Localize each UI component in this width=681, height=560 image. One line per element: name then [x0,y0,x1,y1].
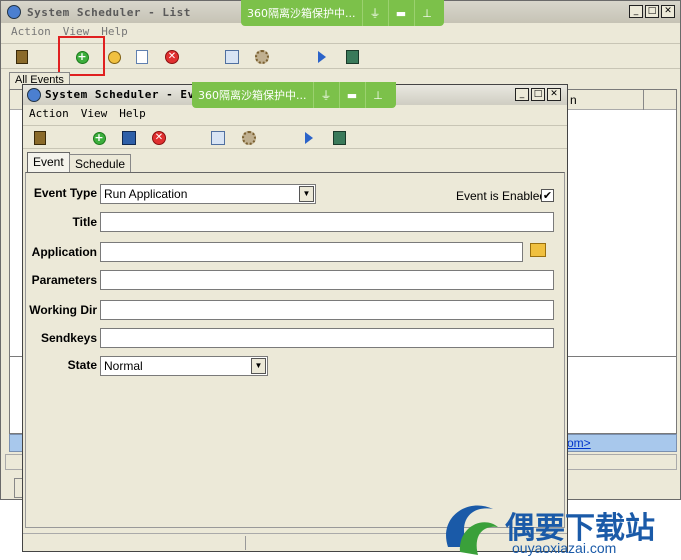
event-app-icon [27,88,41,102]
event-menu-action[interactable]: Action [29,107,69,123]
exit-icon[interactable] [13,48,31,66]
event-type-label: Event Type [33,186,97,200]
menu-action[interactable]: Action [11,25,51,41]
sandbox-folder-icon[interactable]: ▬ [387,0,414,26]
properties-icon[interactable] [223,48,241,66]
event-delete-icon[interactable]: ✕ [150,129,168,147]
tab-schedule-label: Schedule [75,157,126,171]
event-menu-bar: Action View Help [29,107,146,123]
application-label: Application [31,245,97,259]
tab-event[interactable]: Event [27,152,70,173]
save-icon[interactable] [120,129,138,147]
event-run-icon[interactable] [300,129,318,147]
state-value: Normal [104,359,143,373]
sandbox-front-text: 360隔离沙箱保护中... [198,89,307,102]
sandbox-banner-front: 360隔离沙箱保护中... ⏚ ▬ ⊥ [192,82,396,108]
delete-icon[interactable]: ✕ [163,48,181,66]
back-window-title: System Scheduler - List [27,6,191,19]
settings-icon[interactable] [253,48,271,66]
event-toolbar: + ✕ [23,125,567,149]
state-label: State [67,358,97,372]
working-dir-input[interactable] [100,300,554,320]
event-add-icon[interactable]: + [90,129,108,147]
application-input[interactable] [100,242,523,262]
watermark-swirl-icon [446,505,498,555]
event-type-value: Run Application [104,187,188,201]
sandbox-pin-icon[interactable]: ⊥ [413,0,440,26]
highlight-box [58,36,105,76]
event-enabled-checkbox[interactable]: ✔ [541,189,554,202]
minimize-button[interactable]: _ [629,5,643,18]
event-window: System Scheduler - Eve _ □ ✕ Action View… [22,84,568,552]
title-input[interactable] [100,212,554,232]
sandbox-banner-top: 360隔离沙箱保护中... ⏚ ▬ ⊥ [241,0,444,26]
state-select[interactable]: Normal ▼ [100,356,268,376]
chevron-down-icon[interactable]: ▼ [299,186,314,202]
parameters-label: Parameters [31,273,97,287]
sandbox-front-pin-icon[interactable]: ⊥ [364,82,391,108]
tab-event-label: Event [33,155,64,169]
sandbox-plug-icon[interactable]: ⏚ [361,0,388,26]
working-dir-label: Working Dir [29,303,97,317]
sandbox-text: 360隔离沙箱保护中... [247,7,356,20]
maximize-button[interactable]: □ [645,5,659,18]
state-chevron-down-icon[interactable]: ▼ [251,358,266,374]
event-menu-help[interactable]: Help [119,107,146,123]
copy-icon[interactable] [133,48,151,66]
close-button[interactable]: ✕ [661,5,675,18]
parameters-input[interactable] [100,270,554,290]
export-icon[interactable] [343,48,361,66]
status-divider [245,536,246,550]
event-window-title: System Scheduler - Eve [45,88,202,101]
column-header[interactable]: n [570,93,577,107]
watermark-logo [438,497,502,557]
event-maximize-button[interactable]: □ [531,88,545,101]
sandbox-front-folder-icon[interactable]: ▬ [338,82,365,108]
title-label: Title [72,215,97,229]
sendkeys-input[interactable] [100,328,554,348]
event-properties-icon[interactable] [209,129,227,147]
run-icon[interactable] [313,48,331,66]
info-link[interactable]: om> [567,436,591,450]
app-icon [7,5,21,19]
event-type-select[interactable]: Run Application ▼ [100,184,316,204]
event-exit-icon[interactable] [31,129,49,147]
folder-open-icon[interactable] [530,243,546,257]
event-settings-icon[interactable] [240,129,258,147]
event-export-icon[interactable] [330,129,348,147]
sendkeys-label: Sendkeys [40,331,97,345]
menu-help[interactable]: Help [101,25,128,41]
event-close-button[interactable]: ✕ [547,88,561,101]
event-minimize-button[interactable]: _ [515,88,529,101]
tab-schedule[interactable]: Schedule [69,154,132,173]
column-divider [643,90,644,110]
event-menu-view[interactable]: View [81,107,108,123]
event-enabled-label: Event is Enabled [456,189,547,203]
clock-icon[interactable] [105,48,123,66]
watermark-en: ouyaoxiazai.com [512,540,617,556]
sandbox-front-plug-icon[interactable]: ⏚ [312,82,339,108]
